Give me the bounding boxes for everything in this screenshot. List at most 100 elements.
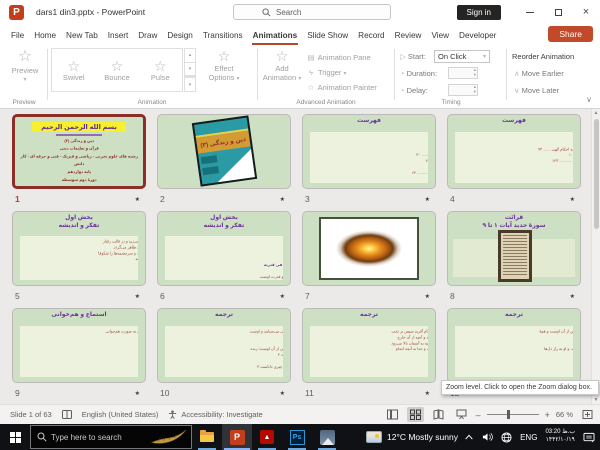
animation-gallery: ☆ Swivel ☆ Bounce ☆ Pulse: [51, 48, 183, 92]
slide-thumbnail-5[interactable]: بخش اول تفکر و اندیشه اندیشه مانند جانی …: [12, 211, 146, 308]
zoom-level[interactable]: 66 %: [556, 410, 573, 419]
normal-view-button[interactable]: [384, 407, 401, 422]
animation-swivel-button[interactable]: ☆ Swivel: [54, 59, 94, 82]
weather-text: 12°C Mostly sunny: [387, 432, 458, 442]
move-earlier-button[interactable]: ∧ Move Earlier: [514, 69, 564, 78]
fit-to-window-button[interactable]: [579, 407, 596, 422]
gallery-scroll-up-icon[interactable]: ▴: [184, 48, 196, 63]
delay-spinner[interactable]: ▴ ▾: [448, 84, 478, 96]
collapse-ribbon-icon[interactable]: ∨: [586, 95, 592, 104]
sign-in-button[interactable]: Sign in: [456, 4, 501, 20]
gallery-scroll-down-icon[interactable]: ▾: [184, 62, 196, 77]
tab-new-tab[interactable]: New Tab: [61, 27, 103, 45]
ribbon-tab-bar: File Home New Tab Insert Draw Design Tra…: [0, 24, 600, 45]
animation-gallery-scrollbar[interactable]: ▴ ▾ ▾: [184, 48, 196, 93]
tab-design[interactable]: Design: [162, 27, 198, 45]
zoom-in-button[interactable]: +: [545, 410, 550, 420]
search-placeholder: Search: [276, 7, 302, 17]
slide-title: فهرست: [357, 118, 381, 124]
taskbar-search-input[interactable]: Type here to search: [30, 425, 192, 449]
slide-thumbnail-9[interactable]: استماع و هم‌خوانی آیات درس را با توجه به…: [12, 308, 146, 405]
photoshop-taskbar-button[interactable]: Ps: [282, 424, 312, 450]
tab-slide-show[interactable]: Slide Show: [302, 27, 353, 45]
restore-button[interactable]: [544, 0, 572, 24]
gallery-more-icon[interactable]: ▾: [184, 76, 196, 93]
show-hidden-icons-chevron[interactable]: [464, 433, 474, 441]
slide-thumbnail-3[interactable]: فهرست بخش اول: تفکر و اندیشه ...........…: [302, 114, 436, 211]
slide-body-text: اندیشه مانند جانی است که در نهان انسان م…: [98, 239, 138, 262]
photos-taskbar-button[interactable]: [312, 424, 342, 450]
spinner-down-icon[interactable]: ▾: [474, 72, 476, 77]
start-play-icon: ▷: [400, 52, 406, 61]
window-title: dars1 din3.pptx - PowerPoint: [36, 7, 146, 17]
tab-view[interactable]: View: [426, 27, 454, 45]
slide-body-text: مالکیت و فرمانروایی مطلق آسمان‌ها و زمین…: [539, 329, 573, 352]
language-status[interactable]: English (United States): [82, 410, 159, 419]
reading-view-button[interactable]: [430, 407, 447, 422]
tab-draw[interactable]: Draw: [133, 27, 162, 45]
tab-record[interactable]: Record: [353, 27, 389, 45]
tab-home[interactable]: Home: [29, 27, 61, 45]
titlebar-search-input[interactable]: Search: [233, 4, 391, 20]
effect-options-button[interactable]: ☆ Effect Options ▾: [202, 49, 246, 83]
animation-bounce-button[interactable]: ☆ Bounce: [97, 59, 137, 82]
start-button[interactable]: [0, 424, 30, 450]
book-title: دین و زندگی (۳): [200, 136, 247, 149]
start-dropdown[interactable]: On Click ▾: [434, 50, 490, 63]
file-explorer-button[interactable]: [192, 424, 222, 450]
taskbar-clock[interactable]: 03:20 ب.ظ ۱۴۴۲/۱۰/۱۹: [545, 429, 575, 445]
tab-insert[interactable]: Insert: [103, 27, 133, 45]
slide-sorter-view-button[interactable]: [406, 407, 424, 422]
vertical-scrollbar[interactable]: ▲ ▼: [591, 109, 600, 404]
weather-widget[interactable]: 12°C Mostly sunny: [366, 424, 458, 450]
slide-thumbnail-6[interactable]: بخش اول تفکر و اندیشه علاوه بر آن می‌توا…: [157, 211, 291, 308]
slide-thumbnail-10[interactable]: ترجمه آنچه در آسمان‌ها و زمین است خدا را…: [157, 308, 291, 405]
slide-thumbnail-8[interactable]: قرائت سورهٔ حدید آیات ۱ تا ۹ 8 ★: [447, 211, 581, 308]
move-later-button[interactable]: ∨ Move Later: [514, 86, 559, 95]
minimize-button[interactable]: [516, 0, 544, 24]
notes-icon[interactable]: [61, 410, 72, 419]
slide-thumbnail-7[interactable]: 7 ★: [302, 211, 436, 308]
preview-button[interactable]: ☆ Preview ▾: [8, 49, 42, 83]
restore-icon: [554, 8, 562, 16]
tab-transitions[interactable]: Transitions: [198, 27, 248, 45]
zoom-out-button[interactable]: –: [476, 410, 481, 420]
powerpoint-taskbar-button[interactable]: P: [222, 424, 252, 450]
action-center-icon[interactable]: [583, 432, 595, 443]
tab-file[interactable]: File: [6, 27, 29, 45]
network-globe-icon[interactable]: [501, 431, 512, 443]
animation-star-icon: ★: [279, 293, 285, 300]
speaker-icon[interactable]: [482, 432, 493, 442]
slide-body-text: آنچه در آسمان‌ها و زمین است خدا را به پا…: [249, 329, 283, 369]
slide-number: 10: [160, 388, 170, 398]
tab-animations[interactable]: Animations: [248, 27, 303, 45]
slide-thumbnail-1[interactable]: بسم الله الرحمن الرحیم دین و زندگی (۳) ق…: [12, 114, 146, 211]
scrollbar-thumb[interactable]: [594, 119, 599, 229]
scroll-up-icon[interactable]: ▲: [592, 110, 600, 116]
slideshow-view-button[interactable]: [453, 407, 470, 422]
animation-pane-button[interactable]: ▤ Animation Pane: [306, 53, 370, 62]
animation-painter-button[interactable]: ☆ Animation Painter: [306, 83, 377, 92]
slide-thumbnail-2[interactable]: دین و زندگی (۳) 2 ★: [157, 114, 291, 211]
trigger-button[interactable]: ϟ Trigger ▾: [306, 68, 347, 77]
close-button[interactable]: ×: [572, 0, 600, 24]
language-indicator[interactable]: ENG: [520, 433, 537, 442]
accessibility-status[interactable]: Accessibility: Investigate: [168, 410, 263, 419]
slide-thumbnail-11[interactable]: ترجمه او است که آسمان‌ها و زمین را در شش…: [302, 308, 436, 405]
tab-review[interactable]: Review: [390, 27, 427, 45]
spinner-down-icon[interactable]: ▾: [474, 89, 476, 94]
slide-sorter-area: بسم الله الرحمن الرحیم دین و زندگی (۳) ق…: [0, 109, 600, 404]
scroll-down-icon[interactable]: ▼: [592, 397, 600, 403]
add-animation-button[interactable]: ☆ Add Animation ▾: [262, 49, 302, 83]
share-button[interactable]: Share: [548, 26, 593, 42]
acrobat-taskbar-button[interactable]: ▲: [252, 424, 282, 450]
slide-title: بسم الله الرحمن الرحیم: [31, 122, 127, 132]
zoom-slider-thumb[interactable]: [507, 410, 511, 419]
slide-thumbnail-4[interactable]: فهرست بخش دوم: در مسیر .................…: [447, 114, 581, 211]
zoom-slider[interactable]: [486, 410, 539, 419]
tab-developer[interactable]: Developer: [454, 27, 501, 45]
slide-title: ترجمه: [505, 312, 523, 318]
duration-spinner[interactable]: ▴ ▾: [448, 67, 478, 79]
animation-pulse-button[interactable]: ☆ Pulse: [140, 59, 180, 82]
zoom-tooltip: Zoom level. Click to open the Zoom dialo…: [441, 380, 599, 395]
